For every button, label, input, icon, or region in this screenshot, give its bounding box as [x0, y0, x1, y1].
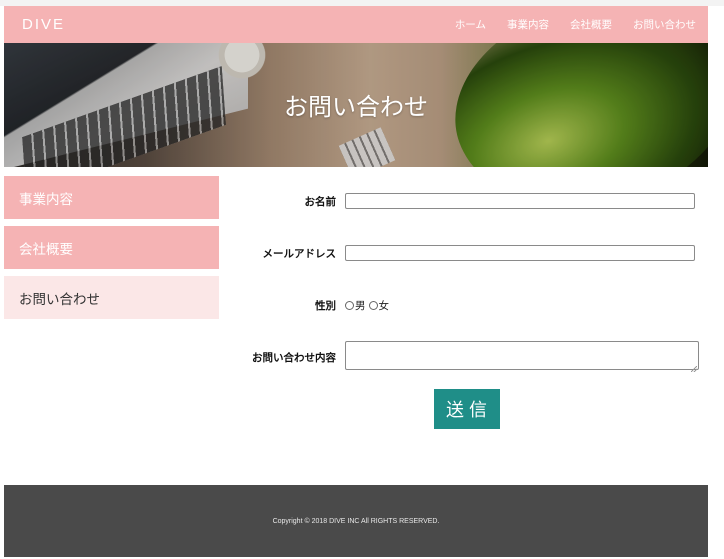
nav-item-home[interactable]: ホーム — [455, 17, 486, 32]
email-label: メールアドレス — [262, 247, 337, 260]
gender-label: 性別 — [315, 300, 336, 312]
sidebar-item-contact[interactable]: お問い合わせ — [4, 276, 219, 319]
form-row-name: お名前 — [222, 193, 695, 209]
page-title: お問い合わせ — [284, 93, 428, 121]
gender-option-male-label: 男 — [355, 300, 366, 312]
gender-radio-group: 男 女 — [345, 298, 392, 313]
gender-option-male[interactable]: 男 — [345, 298, 366, 313]
form-row-message: お問い合わせ内容 — [222, 341, 699, 374]
message-textarea[interactable] — [345, 341, 699, 370]
gender-option-female[interactable]: 女 — [368, 298, 390, 313]
email-input[interactable] — [345, 245, 695, 261]
submit-button[interactable]: 送信 — [434, 389, 500, 429]
sidebar-menu: 事業内容 会社概要 お問い合わせ — [4, 176, 219, 326]
global-nav: ホーム 事業内容 会社概要 お問い合わせ — [434, 17, 696, 32]
copyright-text: Copyright © 2018 DIVE INC All RIGHTS RES… — [272, 517, 440, 525]
name-input[interactable] — [345, 193, 695, 209]
nav-item-business[interactable]: 事業内容 — [507, 17, 549, 32]
hero-banner: お問い合わせ — [4, 43, 708, 167]
nav-item-company[interactable]: 会社概要 — [570, 17, 612, 32]
resize-grip-icon[interactable] — [691, 366, 697, 372]
gender-option-female-label: 女 — [378, 300, 390, 312]
sidebar-item-business[interactable]: 事業内容 — [4, 176, 219, 219]
name-label: お名前 — [304, 195, 337, 208]
radio-male-circle[interactable] — [345, 301, 354, 310]
site-header: DIVE ホーム 事業内容 会社概要 お問い合わせ — [4, 6, 708, 43]
message-label: お問い合わせ内容 — [252, 352, 336, 364]
site-logo[interactable]: DIVE — [22, 16, 65, 33]
sidebar-item-company[interactable]: 会社概要 — [4, 226, 219, 269]
nav-item-contact[interactable]: お問い合わせ — [633, 17, 696, 32]
message-wrapper — [345, 341, 699, 374]
form-row-email: メールアドレス — [222, 245, 695, 261]
form-row-gender: 性別 男 女 — [222, 298, 392, 313]
site-footer: Copyright © 2018 DIVE INC All RIGHTS RES… — [4, 485, 708, 557]
radio-female-circle[interactable] — [368, 301, 378, 310]
